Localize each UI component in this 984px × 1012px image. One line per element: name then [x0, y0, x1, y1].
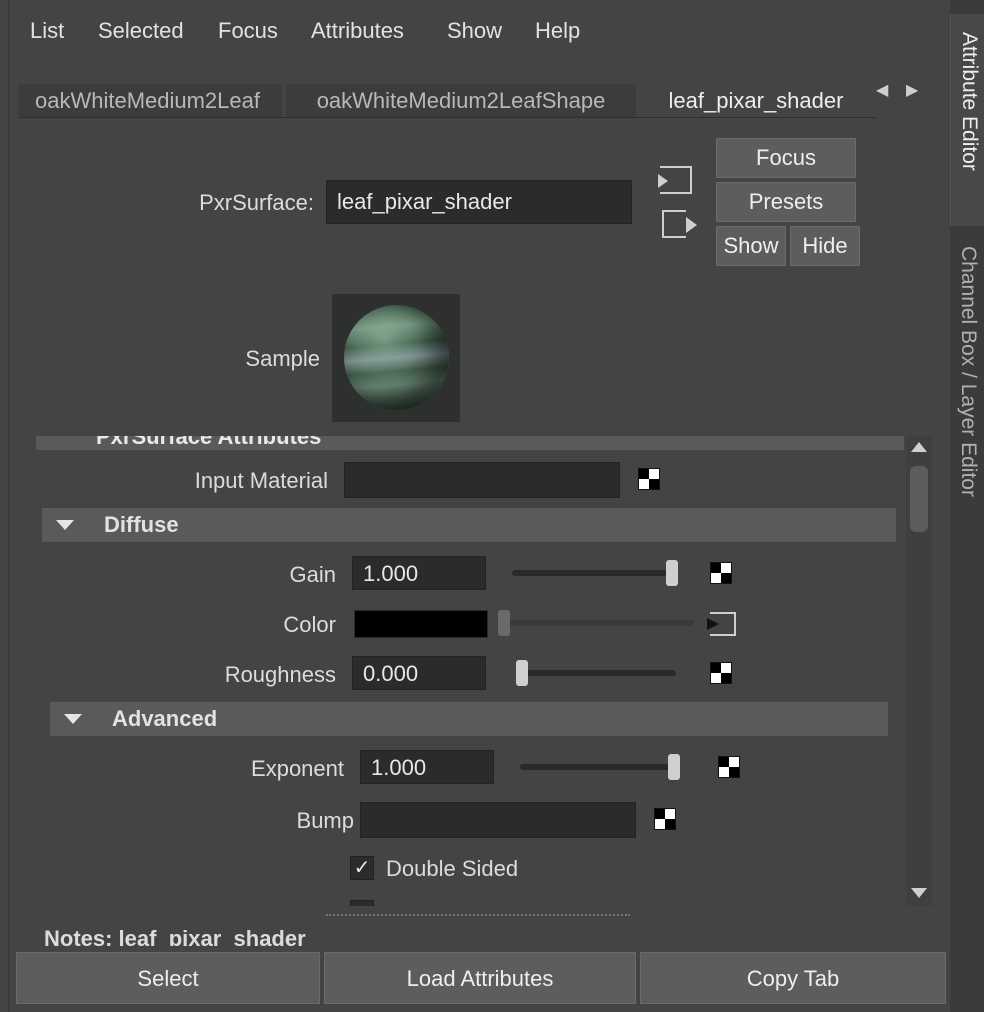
- node-name-field[interactable]: leaf_pixar_shader: [326, 180, 632, 224]
- tab-scroll-left-icon[interactable]: ◀: [876, 80, 888, 100]
- roughness-field[interactable]: 0.000: [352, 656, 486, 690]
- roughness-value: 0.000: [363, 661, 419, 686]
- tab-scroll-right-icon[interactable]: ▶: [906, 80, 918, 100]
- color-slider-handle[interactable]: [498, 610, 510, 636]
- scrollbar-thumb[interactable]: [910, 466, 928, 532]
- collapse-triangle-icon: [64, 714, 82, 724]
- load-attributes-button[interactable]: Load Attributes: [324, 952, 636, 1004]
- map-button-icon[interactable]: [710, 662, 732, 684]
- sample-sphere: [344, 305, 449, 410]
- map-button-icon[interactable]: [710, 562, 732, 584]
- side-tab-channel-box[interactable]: Channel Box / Layer Editor: [950, 230, 984, 550]
- gain-field[interactable]: 1.000: [352, 556, 486, 590]
- menu-show[interactable]: Show: [447, 18, 502, 44]
- scroll-down-icon[interactable]: [911, 888, 927, 898]
- advanced-frame-header[interactable]: Advanced: [50, 702, 888, 736]
- tab-label: oakWhiteMedium2LeafShape: [316, 88, 606, 113]
- input-material-label: Input Material: [194, 468, 328, 493]
- exponent-value: 1.000: [371, 755, 427, 780]
- tab-underline: [18, 117, 876, 118]
- tab-oakwhitemedium2leaf[interactable]: oakWhiteMedium2Leaf: [18, 84, 282, 118]
- presets-button[interactable]: Presets: [716, 182, 856, 222]
- color-map-input-icon[interactable]: [707, 612, 736, 636]
- gain-slider-handle[interactable]: [665, 560, 678, 586]
- roughness-slider-track[interactable]: [516, 670, 676, 676]
- tab-oakwhitemedium2leafshape[interactable]: oakWhiteMedium2LeafShape: [286, 84, 636, 118]
- exponent-field[interactable]: 1.000: [360, 750, 494, 784]
- double-sided-checkbox[interactable]: ✓: [350, 856, 374, 880]
- menu-help[interactable]: Help: [535, 18, 580, 44]
- bump-label: Bump: [296, 808, 354, 833]
- menu-focus[interactable]: Focus: [218, 18, 278, 44]
- output-connections-icon[interactable]: [662, 210, 697, 238]
- advanced-title: Advanced: [112, 706, 218, 731]
- tab-leaf-pixar-shader[interactable]: leaf_pixar_shader: [640, 84, 872, 118]
- menu-selected[interactable]: Selected: [98, 18, 184, 44]
- notes-resize-handle[interactable]: [326, 914, 630, 916]
- collapse-triangle-icon: [56, 520, 74, 530]
- notes-label: Notes: leaf_pixar_shader: [44, 926, 306, 946]
- tab-label: leaf_pixar_shader: [668, 88, 844, 113]
- input-connections-icon[interactable]: [658, 166, 692, 194]
- node-name-value: leaf_pixar_shader: [337, 189, 512, 214]
- diffuse-frame-header[interactable]: Diffuse: [42, 508, 896, 542]
- menu-list[interactable]: List: [30, 18, 64, 44]
- side-tab-attribute-editor[interactable]: Attribute Editor: [950, 14, 984, 226]
- gain-slider-track[interactable]: [512, 570, 672, 576]
- side-tab-label: Attribute Editor: [958, 32, 981, 171]
- gain-label: Gain: [289, 562, 336, 587]
- section-title: PxrSurface Attributes: [96, 436, 322, 449]
- partially-visible-checkbox[interactable]: [350, 900, 374, 906]
- map-button-icon[interactable]: [654, 808, 676, 830]
- exponent-label: Exponent: [251, 756, 344, 781]
- exponent-slider-handle[interactable]: [668, 754, 680, 780]
- color-label: Color: [283, 612, 336, 637]
- input-material-field[interactable]: [344, 462, 620, 498]
- attributes-scroll-area[interactable]: PxrSurface Attributes Input Material Dif…: [36, 436, 906, 906]
- diffuse-title: Diffuse: [104, 512, 179, 537]
- color-slider-track[interactable]: [498, 620, 694, 626]
- checkmark-icon: ✓: [353, 857, 371, 879]
- show-button[interactable]: Show: [716, 226, 786, 266]
- exponent-slider-track[interactable]: [520, 764, 680, 770]
- color-swatch[interactable]: [354, 610, 488, 638]
- map-button-icon[interactable]: [638, 468, 660, 490]
- map-button-icon[interactable]: [718, 756, 740, 778]
- roughness-slider-handle[interactable]: [516, 660, 528, 686]
- menu-attributes[interactable]: Attributes: [311, 18, 404, 44]
- pxrsurface-attributes-header[interactable]: PxrSurface Attributes: [36, 436, 904, 450]
- scroll-up-icon[interactable]: [911, 442, 927, 452]
- bump-field[interactable]: [360, 802, 636, 838]
- tab-label: oakWhiteMedium2Leaf: [34, 88, 260, 113]
- hide-button[interactable]: Hide: [790, 226, 860, 266]
- sample-label: Sample: [245, 346, 320, 371]
- side-tab-label: Channel Box / Layer Editor: [957, 246, 980, 497]
- gain-value: 1.000: [363, 561, 419, 586]
- roughness-label: Roughness: [224, 662, 336, 687]
- double-sided-label: Double Sided: [386, 856, 519, 881]
- copy-tab-button[interactable]: Copy Tab: [640, 952, 946, 1004]
- panel-left-border: [8, 0, 10, 1012]
- node-type-label: PxrSurface:: [199, 190, 314, 215]
- select-button[interactable]: Select: [16, 952, 320, 1004]
- focus-button[interactable]: Focus: [716, 138, 856, 178]
